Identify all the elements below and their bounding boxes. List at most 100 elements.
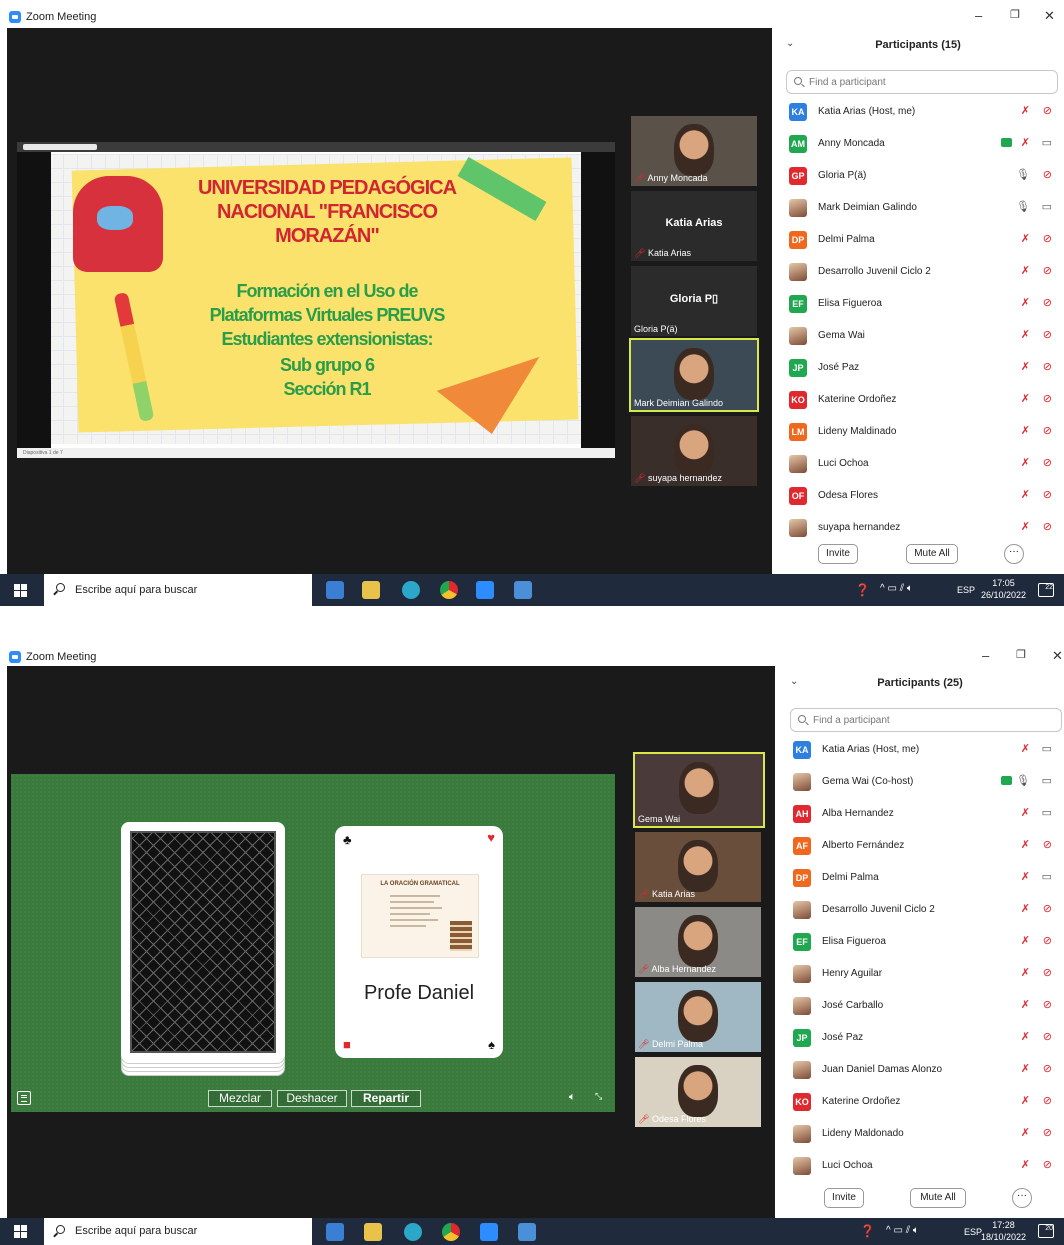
camera-off-icon[interactable]: ⊘ [1043,168,1052,181]
taskbar-search-box[interactable]: Escribe aquí para buscar [44,574,312,606]
menu-icon[interactable] [17,1091,31,1105]
camera-off-icon[interactable]: ⊘ [1043,934,1052,947]
participant-row[interactable]: Gema Wai (Co-host) 🎙︎ ▭ [776,766,1064,798]
mic-muted-icon[interactable]: ✗ [1021,1030,1030,1043]
windows-start-icon[interactable] [14,584,28,598]
invite-button[interactable]: Invite [818,544,858,564]
photos-icon[interactable] [514,581,532,599]
mic-muted-icon[interactable]: ✗ [1021,1062,1030,1075]
exit-fullscreen-icon[interactable]: ⤡ [595,1091,602,1102]
help-icon[interactable]: ❓ [860,1224,875,1245]
participant-search-input[interactable]: Find a participant [790,708,1062,732]
tray-icons[interactable]: ^ ▭ ⫽ 🔈︎ [886,1225,919,1245]
mic-muted-icon[interactable]: ✗ [1021,296,1030,309]
mic-icon[interactable]: 🎙︎ [1016,774,1030,787]
camera-off-icon[interactable]: ⊘ [1043,1158,1052,1171]
notification-icon[interactable]: 20 [1038,1224,1054,1238]
mic-muted-icon[interactable]: ✗ [1021,1126,1030,1139]
mic-muted-icon[interactable]: ✗ [1021,966,1030,979]
participant-row[interactable]: EF Elisa Figueroa ✗ ⊘ [772,288,1064,320]
mic-muted-icon[interactable]: ✗ [1021,232,1030,245]
participant-row[interactable]: OF Odesa Flores ✗ ⊘ [772,480,1064,512]
mic-muted-icon[interactable]: ✗ [1021,1158,1030,1171]
mic-muted-icon[interactable]: ✗ [1021,264,1030,277]
mic-muted-icon[interactable]: ✗ [1021,934,1030,947]
close-icon[interactable]: ✕ [1044,8,1055,24]
participant-row[interactable]: Luci Ochoa ✗ ⊘ [772,448,1064,480]
camera-off-icon[interactable]: ⊘ [1043,232,1052,245]
camera-off-icon[interactable]: ⊘ [1043,488,1052,501]
participant-row[interactable]: Mark Deimian Galindo 🎙︎ ▭ [772,192,1064,224]
participant-row[interactable]: Gema Wai ✗ ⊘ [772,320,1064,352]
camera-icon[interactable]: ▭ [1042,742,1052,755]
participant-row[interactable]: Luci Ochoa ✗ ⊘ [776,1150,1064,1182]
video-tile[interactable]: 🎤︎ Alba Hernandez [635,907,761,977]
participant-row[interactable]: JP José Paz ✗ ⊘ [772,352,1064,384]
photos-icon[interactable] [518,1223,536,1241]
camera-off-icon[interactable]: ⊘ [1043,1062,1052,1075]
camera-off-icon[interactable]: ⊘ [1043,456,1052,469]
camera-off-icon[interactable]: ⊘ [1043,902,1052,915]
task-view-icon[interactable] [326,581,344,599]
edge-icon[interactable] [404,1223,422,1241]
video-tile[interactable]: 🎤︎ Odesa Flores [635,1057,761,1127]
camera-icon[interactable]: ▭ [1042,870,1052,883]
camera-off-icon[interactable]: ⊘ [1043,296,1052,309]
camera-off-icon[interactable]: ⊘ [1043,520,1052,533]
language-indicator[interactable]: ESP [957,585,975,606]
camera-icon[interactable]: ▭ [1042,806,1052,819]
mic-muted-icon[interactable]: ✗ [1021,870,1030,883]
tray-icons[interactable]: ^ ▭ ⫽ 🔈︎ [880,583,913,606]
minimize-icon[interactable]: – [975,8,982,23]
mic-muted-icon[interactable]: ✗ [1021,104,1030,117]
participant-row[interactable]: JP José Paz ✗ ⊘ [776,1022,1064,1054]
participant-row[interactable]: Juan Daniel Damas Alonzo ✗ ⊘ [776,1054,1064,1086]
participant-row[interactable]: AM Anny Moncada ✗ ▭ [772,128,1064,160]
camera-off-icon[interactable]: ⊘ [1043,392,1052,405]
participant-row[interactable]: KA Katia Arias (Host, me) ✗ ⊘ [772,96,1064,128]
zoom-taskbar-icon[interactable] [476,581,494,599]
participant-row[interactable]: KO Katerine Ordoñez ✗ ⊘ [772,384,1064,416]
taskbar-search-box[interactable]: Escribe aquí para buscar [44,1218,312,1245]
file-explorer-icon[interactable] [362,581,380,599]
undo-button[interactable]: Deshacer [277,1090,347,1107]
card-deck[interactable] [121,822,289,1076]
camera-off-icon[interactable]: ⊘ [1043,1030,1052,1043]
mic-icon[interactable]: 🎙︎ [1016,200,1030,213]
edge-icon[interactable] [402,581,420,599]
video-tile[interactable]: Gloria P▯ Gloria P(ä) [631,266,757,336]
close-icon[interactable]: ✕ [1052,648,1063,664]
mic-muted-icon[interactable]: ✗ [1021,520,1030,533]
camera-off-icon[interactable]: ⊘ [1043,360,1052,373]
participant-row[interactable]: AF Alberto Fernández ✗ ⊘ [776,830,1064,862]
participant-row[interactable]: AH Alba Hernandez ✗ ▭ [776,798,1064,830]
more-options-button[interactable]: ··· [1012,1188,1032,1208]
camera-off-icon[interactable]: ⊘ [1043,838,1052,851]
help-icon[interactable]: ❓ [855,583,870,606]
camera-off-icon[interactable]: ⊘ [1043,1126,1052,1139]
camera-icon[interactable]: ▭ [1042,136,1052,149]
deal-button[interactable]: Repartir [351,1090,421,1107]
mute-all-button[interactable]: Mute All [906,544,958,564]
participant-row[interactable]: GP Gloria P(ä) 🎙︎ ⊘ [772,160,1064,192]
mic-muted-icon[interactable]: ✗ [1021,328,1030,341]
video-tile[interactable]: Katia Arias 🎤︎ Katia Arias [631,191,757,261]
participant-row[interactable]: EF Elisa Figueroa ✗ ⊘ [776,926,1064,958]
participant-row[interactable]: LM Lideny Maldinado ✗ ⊘ [772,416,1064,448]
zoom-taskbar-icon[interactable] [480,1223,498,1241]
camera-off-icon[interactable]: ⊘ [1043,998,1052,1011]
camera-off-icon[interactable]: ⊘ [1043,104,1052,117]
video-tile[interactable]: 🎤︎ suyapa hernandez [631,416,757,486]
mic-muted-icon[interactable]: ✗ [1021,360,1030,373]
participant-row[interactable]: KO Katerine Ordoñez ✗ ⊘ [776,1086,1064,1118]
participant-search-input[interactable]: Find a participant [786,70,1058,94]
sound-icon[interactable]: 🔈︎ [569,1091,576,1104]
camera-icon[interactable]: ▭ [1042,200,1052,213]
mic-muted-icon[interactable]: ✗ [1021,998,1030,1011]
mic-muted-icon[interactable]: ✗ [1021,1094,1030,1107]
more-options-button[interactable]: ··· [1004,544,1024,564]
mic-muted-icon[interactable]: ✗ [1021,742,1030,755]
mic-muted-icon[interactable]: ✗ [1021,902,1030,915]
camera-icon[interactable]: ▭ [1042,774,1052,787]
language-indicator[interactable]: ESP [964,1227,982,1245]
